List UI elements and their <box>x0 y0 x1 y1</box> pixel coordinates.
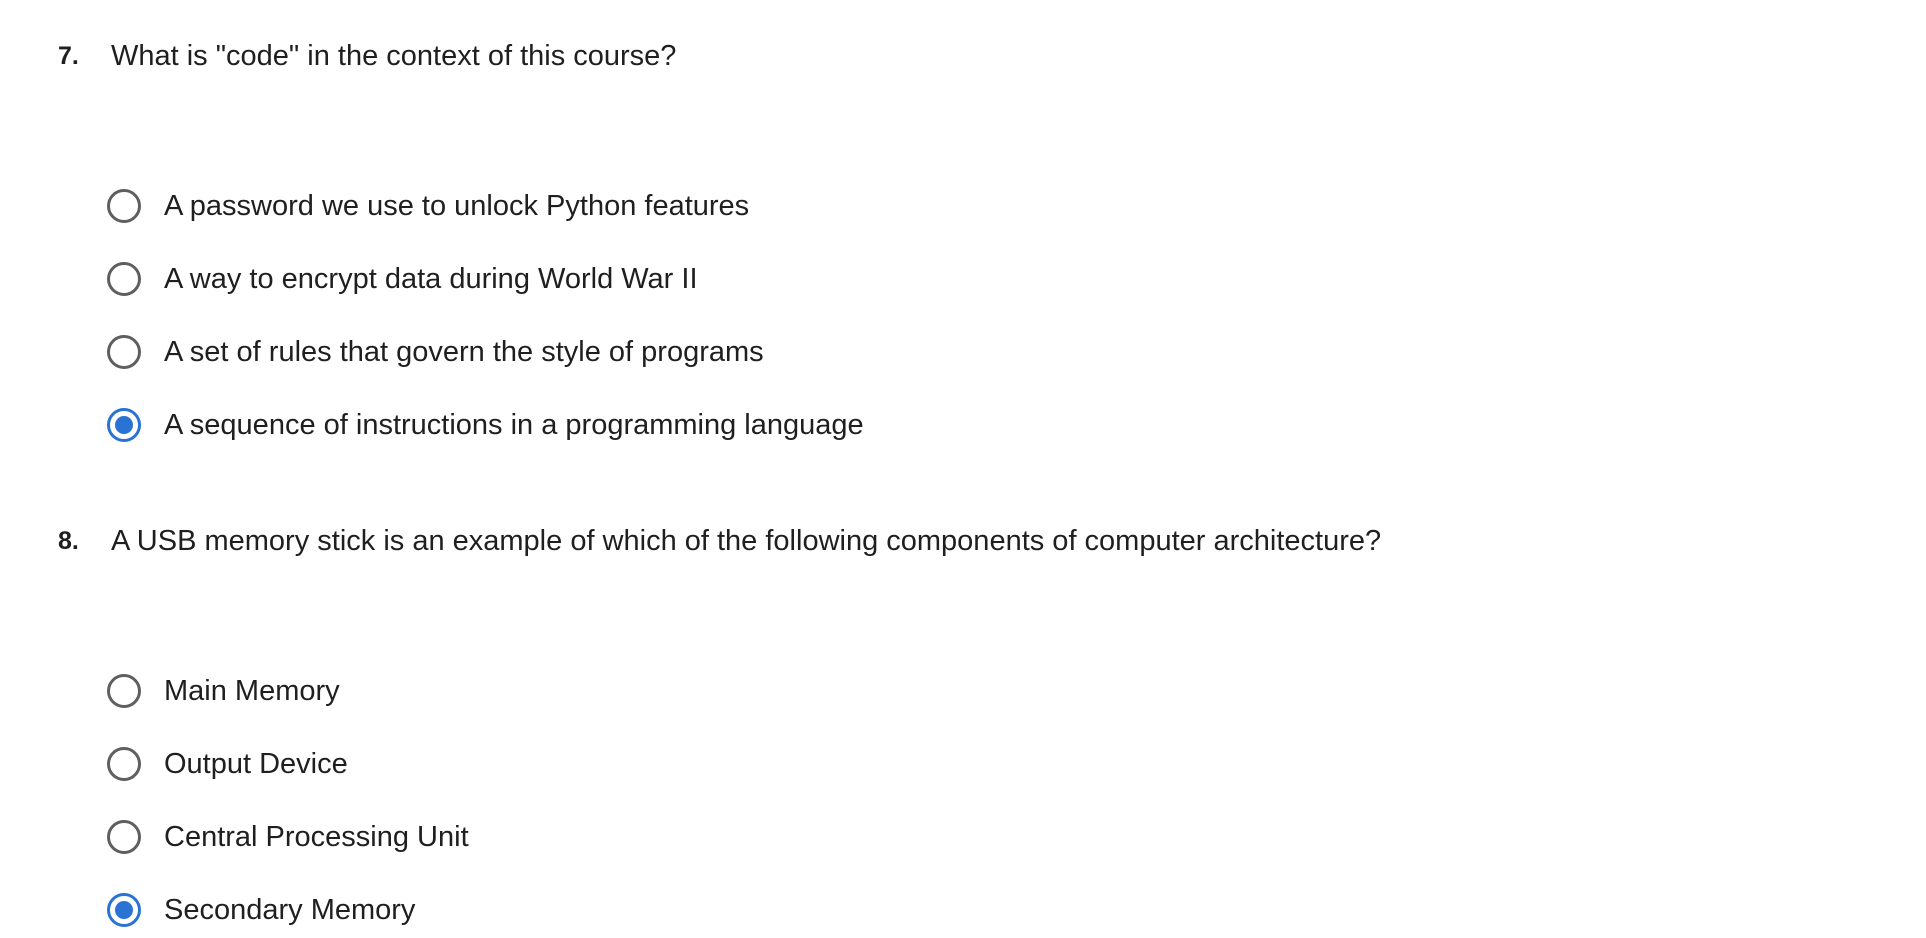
option-label: Main Memory <box>164 675 340 707</box>
option-secondary-memory[interactable]: Secondary Memory <box>107 882 415 938</box>
radio-button[interactable] <box>107 335 141 369</box>
option-encrypt[interactable]: A way to encrypt data during World War I… <box>107 251 698 307</box>
option-label: A password we use to unlock Python featu… <box>164 190 750 222</box>
question-number: 7. <box>58 42 79 70</box>
question-header: 8. A USB memory stick is an example of w… <box>0 513 1926 569</box>
option-cpu[interactable]: Central Processing Unit <box>107 809 469 865</box>
option-label: A set of rules that govern the style of … <box>164 336 764 368</box>
option-password[interactable]: A password we use to unlock Python featu… <box>107 178 749 234</box>
radio-button[interactable] <box>107 747 141 781</box>
option-instructions[interactable]: A sequence of instructions in a programm… <box>107 397 864 453</box>
question-header: 7. What is "code" in the context of this… <box>0 28 1926 84</box>
option-label: Output Device <box>164 748 348 780</box>
radio-button[interactable] <box>107 674 141 708</box>
option-rules[interactable]: A set of rules that govern the style of … <box>107 324 764 380</box>
question-text: What is "code" in the context of this co… <box>111 40 677 72</box>
option-main-memory[interactable]: Main Memory <box>107 663 340 719</box>
radio-button[interactable] <box>107 893 141 927</box>
radio-button[interactable] <box>107 408 141 442</box>
option-label: Central Processing Unit <box>164 821 469 853</box>
question-text: A USB memory stick is an example of whic… <box>111 525 1382 557</box>
question-7: 7. What is "code" in the context of this… <box>0 28 1926 442</box>
option-label: Secondary Memory <box>164 894 416 926</box>
option-label: A sequence of instructions in a programm… <box>164 409 864 441</box>
question-number: 8. <box>58 527 79 555</box>
option-label: A way to encrypt data during World War I… <box>164 263 698 295</box>
radio-button[interactable] <box>107 262 141 296</box>
question-8: 8. A USB memory stick is an example of w… <box>0 513 1926 927</box>
radio-button[interactable] <box>107 189 141 223</box>
option-output-device[interactable]: Output Device <box>107 736 348 792</box>
radio-button[interactable] <box>107 820 141 854</box>
